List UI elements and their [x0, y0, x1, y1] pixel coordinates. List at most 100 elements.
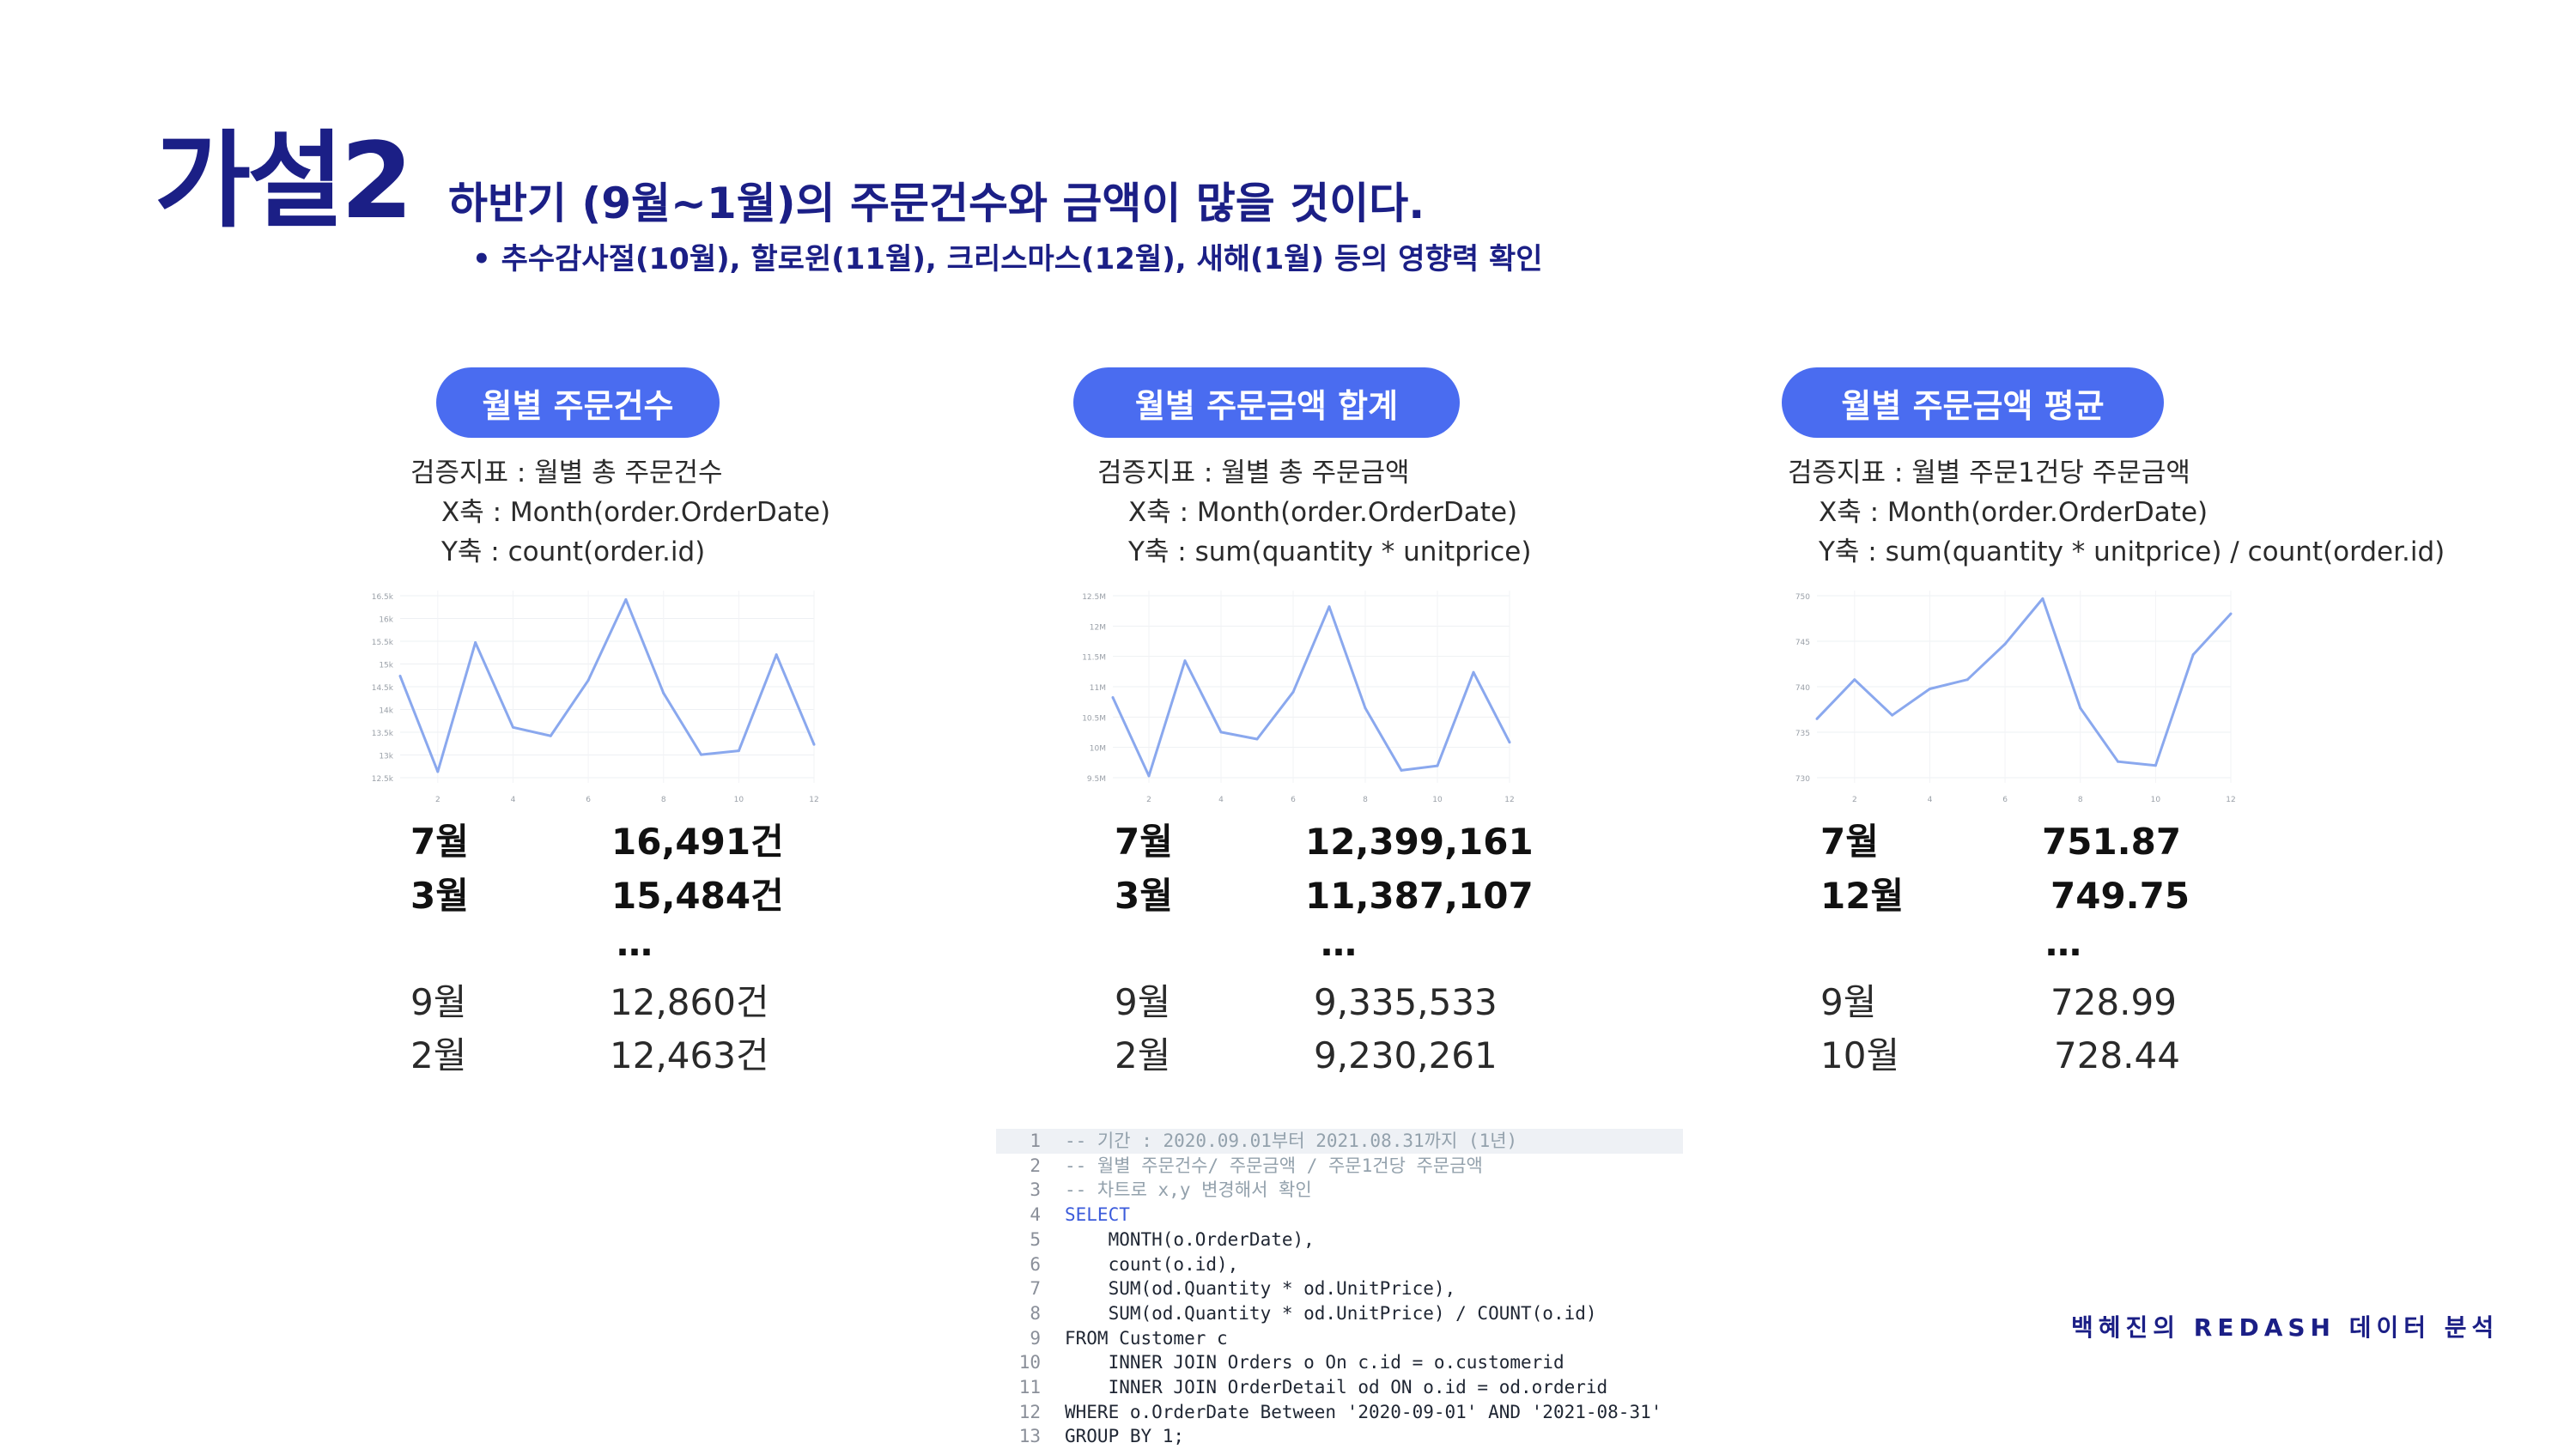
- panel-2-pill: 월별 주문금액 합계: [1073, 367, 1460, 438]
- data-point: [1183, 659, 1187, 663]
- y-tick-label: 730: [1795, 775, 1810, 784]
- x-tick-label: 12: [2226, 796, 2235, 804]
- line-number: 2: [1030, 1155, 1041, 1176]
- line-number: 8: [1030, 1302, 1041, 1324]
- panel-2-metric: 검증지표 : 월별 총 주문금액: [1097, 458, 1410, 488]
- code-line: 8 SUM(od.Quantity * od.UnitPrice) / COUN…: [996, 1301, 1683, 1326]
- data-point: [1255, 737, 1259, 741]
- data-point: [1853, 678, 1856, 682]
- y-tick-label: 15.5k: [372, 639, 394, 647]
- panel-3-stat-4-value: 728.44: [2054, 1034, 2180, 1076]
- x-tick-label: 4: [1218, 796, 1224, 804]
- data-point: [700, 753, 703, 756]
- line-number: 13: [1018, 1426, 1041, 1447]
- panel-1-chart: 16.5k 16k 15.5k 15k 14.5k 14k 13.5k 13k 12.5k 2 4 6…: [361, 577, 824, 809]
- data-point: [549, 734, 552, 737]
- code-line: 11 INNER JOIN OrderDetail od ON o.id = o…: [996, 1375, 1683, 1400]
- x-tick-label: 6: [586, 796, 591, 804]
- panel-3-x-axis: X축 : Month(order.OrderDate): [1819, 497, 2208, 528]
- code-text: GROUP BY 1;: [1065, 1426, 1185, 1447]
- x-tick-label: 10: [1432, 796, 1443, 804]
- panel-1-description: 검증지표 : 월별 총 주문건수 X축 : Month(order.OrderD…: [410, 453, 830, 572]
- panel-3-stat-ellipsis: …: [2045, 922, 2081, 964]
- code-line: 6 count(o.id),: [996, 1252, 1683, 1277]
- data-point: [1436, 764, 1439, 767]
- line-number: 9: [1030, 1327, 1041, 1349]
- line-number: 12: [1018, 1401, 1041, 1422]
- panel-3-pill: 월별 주문금액 평균: [1782, 367, 2164, 438]
- data-point: [1219, 731, 1223, 734]
- panel-2-stat-1-value: 12,399,161: [1305, 821, 1534, 863]
- code-text: count(o.id),: [1065, 1253, 1239, 1275]
- data-point: [474, 641, 477, 645]
- data-point: [1508, 741, 1511, 744]
- code-line: 10 INNER JOIN Orders o On c.id = o.custo…: [996, 1350, 1683, 1375]
- panel-1-stat-1-value: 16,491건: [611, 821, 784, 863]
- x-tick-label: 2: [435, 796, 440, 804]
- line-number: 6: [1030, 1253, 1041, 1275]
- panel-3-stat-3-month: 9월: [1820, 981, 1877, 1023]
- y-tick-label: 9.5M: [1087, 775, 1106, 784]
- panel-1-stat-4-value: 12,463건: [610, 1034, 769, 1076]
- panel-2-stat-3-value: 9,335,533: [1314, 981, 1498, 1023]
- series-line: [1111, 605, 1511, 778]
- panel-3-stat-3-value: 728.99: [2050, 981, 2177, 1023]
- panel-3-stat-4-month: 10월: [1820, 1034, 1900, 1076]
- x-tick-label: 10: [2151, 796, 2161, 804]
- code-text: INNER JOIN OrderDetail od ON o.id = od.o…: [1065, 1377, 1608, 1398]
- data-point: [2079, 706, 2082, 710]
- panel-2-stat-ellipsis: …: [1321, 922, 1357, 964]
- y-tick-label: 16.5k: [372, 593, 394, 602]
- panel-2-stat-4-value: 9,230,261: [1314, 1034, 1498, 1076]
- code-line: 12 WHERE o.OrderDate Between '2020-09-01'…: [996, 1400, 1683, 1425]
- panel-1-stat-2-value: 15,484건: [611, 875, 784, 917]
- data-point: [737, 749, 740, 753]
- x-tick-label: 4: [511, 796, 516, 804]
- panel-1-chart-svg: 16.5k 16k 15.5k 15k 14.5k 14k 13.5k 13k 12.5k 2 4 6…: [372, 591, 819, 804]
- data-point: [1472, 670, 1475, 674]
- data-point: [1147, 774, 1151, 778]
- panel-1-pill: 월별 주문건수: [436, 367, 720, 438]
- code-text: INNER JOIN Orders o On c.id = o.customer…: [1065, 1352, 1564, 1373]
- code-text: FROM Customer c: [1065, 1327, 1228, 1349]
- data-point: [1928, 687, 1931, 690]
- y-tick-label: 12.5k: [372, 775, 394, 784]
- panel-1-x-axis: X축 : Month(order.OrderDate): [441, 497, 831, 528]
- data-point: [1364, 706, 1367, 710]
- data-point: [1327, 605, 1331, 609]
- panel-2-stat-4-month: 2월: [1115, 1034, 1171, 1076]
- footer-credit: 백혜진의 REDASH 데이터 분석: [2071, 1313, 2500, 1342]
- y-tick-label: 12M: [1090, 623, 1106, 632]
- x-tick-label: 8: [661, 796, 666, 804]
- code-line: 1 -- 기간 : 2020.09.01부터 2021.08.31까지 (1년): [996, 1129, 1683, 1154]
- hypothesis-title: 가설2: [155, 120, 413, 242]
- panel-3-stat-1-value: 751.87: [2042, 821, 2182, 863]
- panel-2-stat-3-month: 9월: [1115, 981, 1171, 1023]
- code-text: WHERE o.OrderDate Between '2020-09-01' A…: [1065, 1401, 1662, 1422]
- y-tick-label: 14k: [379, 707, 393, 716]
- y-tick-label: 13k: [379, 753, 393, 761]
- y-tick-label: 10M: [1090, 745, 1106, 754]
- x-tick-label: 2: [1852, 796, 1857, 804]
- x-tick-label: 8: [1363, 796, 1368, 804]
- series-line: [1815, 597, 2233, 767]
- y-tick-label: 750: [1795, 593, 1810, 602]
- data-point: [1891, 713, 1894, 717]
- hypothesis-bullet: • 추수감사절(10월), 할로윈(11월), 크리스마스(12월), 새해(1…: [472, 242, 1543, 276]
- x-tick-label: 10: [734, 796, 744, 804]
- line-number: 4: [1030, 1204, 1041, 1226]
- data-point: [812, 743, 816, 746]
- panel-3-chart: 750 745 740 735 730 2 4 6 8 10 12: [1777, 577, 2241, 809]
- x-tick-label: 6: [1291, 796, 1296, 804]
- code-text: -- 기간 : 2020.09.01부터 2021.08.31까지 (1년): [1065, 1131, 1518, 1151]
- y-tick-label: 16k: [379, 616, 393, 625]
- y-tick-label: 13.5k: [372, 730, 394, 738]
- panel-2-chart-svg: 12.5M 12M 11.5M 11M 10.5M 10M 9.5M 2 4 6 8 10 12: [1082, 591, 1515, 804]
- panel-3-stat-2-value: 749.75: [2050, 875, 2190, 917]
- code-line: 3 -- 차트로 x,y 변경해서 확인: [996, 1178, 1683, 1203]
- x-tick-label: 8: [2078, 796, 2083, 804]
- panel-2-x-axis: X축 : Month(order.OrderDate): [1128, 497, 1518, 528]
- panel-3-description: 검증지표 : 월별 주문1건당 주문금액 X축 : Month(order.Or…: [1788, 453, 2445, 572]
- code-line: 7 SUM(od.Quantity * od.UnitPrice),: [996, 1276, 1683, 1301]
- panel-1-stat-4-month: 2월: [410, 1034, 467, 1076]
